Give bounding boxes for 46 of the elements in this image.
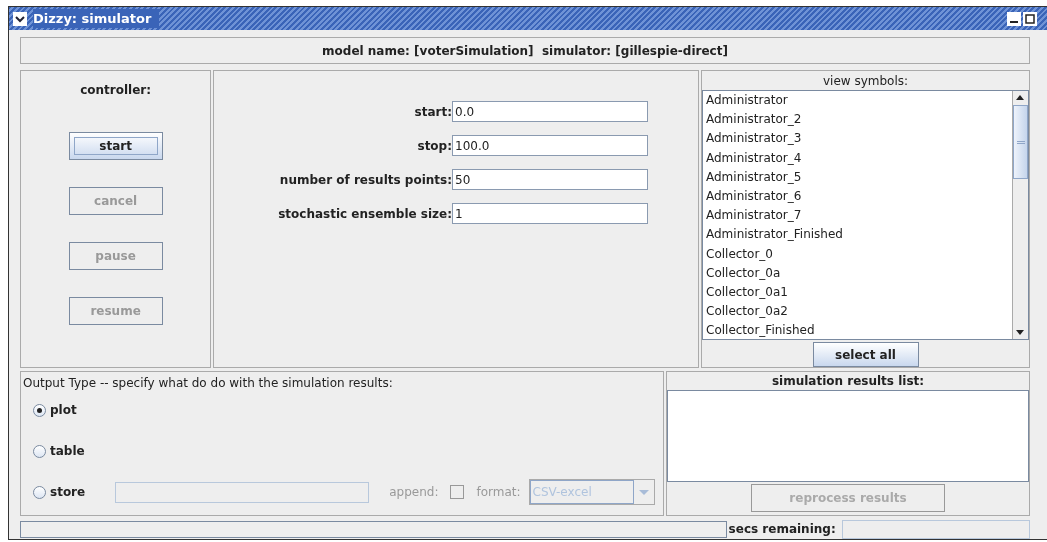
symbols-title: view symbols: bbox=[822, 73, 909, 90]
chevron-icon[interactable] bbox=[13, 11, 27, 26]
parameter-field[interactable]: 0.0 bbox=[452, 101, 648, 122]
symbol-item[interactable]: Collector_0a2 bbox=[706, 302, 1012, 322]
symbol-item[interactable]: Collector_0a bbox=[706, 263, 1012, 284]
parameter-field[interactable]: 100.0 bbox=[452, 135, 648, 156]
parameter-field[interactable]: 50 bbox=[452, 169, 648, 190]
radio-label: store bbox=[50, 484, 86, 501]
controller-label: controller: bbox=[80, 82, 152, 99]
radio-label: table bbox=[50, 443, 85, 460]
model-info: model name: [voterSimulation] simulator: [gillespie-direct] bbox=[322, 42, 728, 60]
symbol-item[interactable]: Administrator_2 bbox=[706, 110, 1012, 130]
symbol-item[interactable]: Administrator_5 bbox=[706, 167, 1012, 187]
radio-label: plot bbox=[50, 402, 77, 419]
radio-button[interactable] bbox=[33, 403, 46, 417]
results-list[interactable] bbox=[667, 390, 1029, 482]
symbol-item[interactable]: Administrator bbox=[706, 91, 1012, 111]
symbol-item[interactable]: Administrator_Finished bbox=[706, 225, 1012, 245]
append-label: append: bbox=[389, 484, 439, 501]
parameter-label: stochastic ensemble size: bbox=[278, 205, 452, 223]
symbol-item[interactable]: Administrator_6 bbox=[706, 187, 1012, 207]
secs-remaining-field[interactable] bbox=[841, 519, 1030, 539]
maximize-icon[interactable] bbox=[1023, 11, 1037, 26]
parameter-field[interactable]: 1 bbox=[452, 203, 648, 224]
symbol-item[interactable]: Collector_Finished bbox=[706, 321, 1012, 339]
select-all-button[interactable]: select all bbox=[812, 342, 919, 367]
window-title: Dizzy: simulator bbox=[33, 8, 160, 29]
parameter-label: start: bbox=[414, 103, 452, 121]
parameter-label: stop: bbox=[417, 137, 452, 155]
symbol-item[interactable]: Administrator_3 bbox=[706, 129, 1012, 149]
format-label: format: bbox=[476, 484, 521, 501]
minimize-icon[interactable] bbox=[1007, 11, 1021, 26]
scrollbar[interactable] bbox=[1012, 91, 1028, 339]
controller-button[interactable]: start bbox=[68, 132, 163, 160]
radio-button[interactable] bbox=[33, 444, 46, 458]
results-title: simulation results list: bbox=[771, 373, 925, 390]
symbol-item[interactable]: Administrator_7 bbox=[706, 206, 1012, 226]
output-type-label: Output Type -- specify what do do with the simulation results: bbox=[23, 375, 394, 392]
symbol-item[interactable]: Administrator_4 bbox=[706, 148, 1012, 168]
secs-remaining-label: secs remaining: bbox=[728, 521, 836, 538]
parameter-label: number of results points: bbox=[279, 171, 452, 189]
symbol-item[interactable]: Collector_0a1 bbox=[706, 283, 1012, 303]
append-checkbox[interactable] bbox=[450, 485, 465, 499]
store-field[interactable] bbox=[115, 481, 370, 503]
symbol-item[interactable]: Collector_0 bbox=[706, 244, 1012, 264]
radio-button[interactable] bbox=[33, 485, 46, 499]
